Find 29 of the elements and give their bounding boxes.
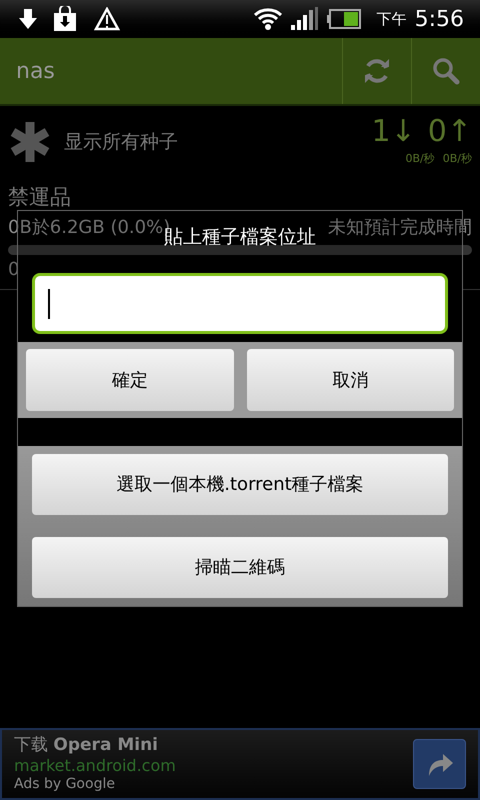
- ad-headline: 下载 Opera Mini: [14, 734, 160, 756]
- search-icon: [432, 57, 460, 85]
- cancel-button[interactable]: 取消: [246, 349, 454, 411]
- filter-label[interactable]: 显示所有种子: [64, 128, 178, 156]
- url-input[interactable]: [32, 273, 448, 334]
- download-icon: [16, 7, 40, 31]
- share-button[interactable]: [413, 739, 466, 789]
- wifi-icon: [252, 7, 283, 31]
- upload-rate: 0B/秒: [442, 150, 472, 167]
- ad-url: market.android.com: [14, 756, 176, 776]
- clock-period: 下午: [376, 8, 407, 30]
- warning-icon: [94, 7, 120, 31]
- refresh-icon: [363, 57, 391, 85]
- upload-count: 0↑: [428, 116, 472, 147]
- ad-attribution: Ads by Google: [14, 776, 116, 794]
- shopping-bag-icon: [52, 6, 78, 32]
- clock: 5:56: [414, 6, 464, 34]
- download-rate: 0B/秒: [405, 150, 435, 167]
- signal-icon: [290, 7, 319, 31]
- torrent-name[interactable]: 禁運品: [8, 182, 472, 214]
- scan-qr-button[interactable]: 掃瞄二維碼: [32, 537, 448, 598]
- ad-banner[interactable]: 下载 Opera Mini market.android.com Ads by Google: [0, 728, 480, 800]
- download-count: 1↓: [372, 116, 416, 147]
- confirm-button[interactable]: 確定: [26, 349, 234, 411]
- text-cursor: [48, 289, 50, 319]
- app-title: nas: [15, 58, 56, 86]
- asterisk-icon: [8, 120, 52, 164]
- battery-icon: [326, 9, 361, 29]
- choose-file-button[interactable]: 選取一個本機.torrent種子檔案: [32, 454, 448, 515]
